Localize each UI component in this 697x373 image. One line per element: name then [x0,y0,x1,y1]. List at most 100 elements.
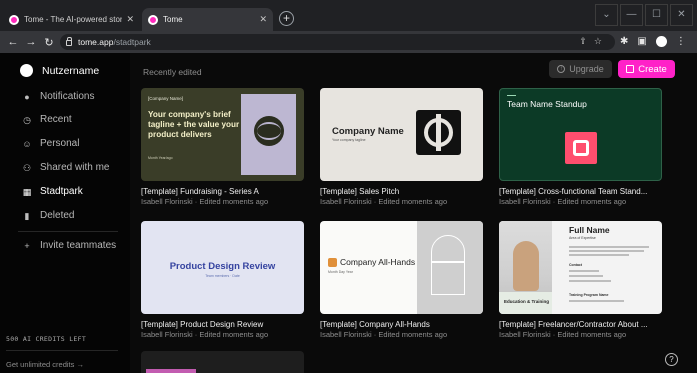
tome-card-freelancer[interactable]: Education & Training Full Name Area of E… [499,221,662,339]
card-thumbnail[interactable]: Product Design Review Team members · Dat… [141,221,304,314]
bell-icon: ● [24,91,30,102]
reload-icon[interactable]: ↻ [40,36,58,49]
text-line [569,300,624,302]
card-thumbnail[interactable]: [Company Name] Your company's brief tagl… [141,88,304,181]
tome-card-company-all-hands[interactable]: Company All-Hands Month Day Year [Templa… [320,221,483,339]
chevron-down-icon[interactable]: ⌄ [595,4,618,26]
card-title: [Template] Company All-Hands [320,320,430,329]
tome-card-partial[interactable] [141,351,304,373]
person-shape [513,241,539,291]
card-meta: Isabell Florinski · Edited moments ago [320,330,448,339]
sidebar-item-recent[interactable]: ◷ Recent [22,114,72,125]
sidebar-item-notifications[interactable]: ● Notifications [22,91,94,102]
sidebar-item-personal[interactable]: ☺ Personal [22,138,79,149]
help-icon[interactable]: ? [665,353,678,366]
standup-logo-icon [565,132,597,164]
card-thumbnail[interactable]: Team Name Standup [499,88,662,181]
tome-favicon-icon [9,14,19,25]
user-menu[interactable]: Nutzername [20,64,99,77]
menu-kebab-icon[interactable]: ⋮ [676,36,686,47]
card-thumbnail[interactable]: Company All-Hands Month Day Year [320,221,483,314]
thumb-text: Team members · Date [205,274,240,278]
thumb-text: Your company's brief tagline + the value… [148,110,240,139]
card-title: [Template] Freelancer/Contractor About .… [499,320,648,329]
card-title: [Template] Fundraising - Series A [141,187,259,196]
url-path: /stadtpark [113,37,151,47]
building-icon: ▦ [22,186,32,197]
text-line [569,270,599,272]
get-unlimited-credits-link[interactable]: Get unlimited credits → [6,360,84,369]
card-meta: Isabell Florinski · Edited moments ago [320,197,448,206]
upgrade-button[interactable]: ↑ Upgrade [549,60,612,78]
tome-card-product-design-review[interactable]: Product Design Review Team members · Dat… [141,221,304,339]
tome-app: Nutzername ● Notifications ◷ Recent ☺ Pe… [0,53,697,373]
divider [18,231,118,232]
card-meta: Isabell Florinski · Edited moments ago [499,330,627,339]
avatar [20,64,33,77]
close-window-button[interactable]: ✕ [670,4,693,26]
sidebar-item-label: Stadtpark [40,186,83,197]
maximize-button[interactable]: ☐ [645,4,668,26]
tome-card-team-standup[interactable]: Team Name Standup [Template] Cross-funct… [499,88,662,206]
user-name: Nutzername [42,64,100,77]
create-button[interactable]: Create [618,60,675,78]
extension-area: ✱ ▣ ⋮ [620,36,686,47]
thumb-text: Company All-Hands [340,257,416,267]
browser-tab-inactive[interactable]: Tome - The AI-powered storytelli ✕ [3,8,140,31]
invite-teammates-button[interactable]: + Invite teammates [22,240,116,251]
card-meta: Isabell Florinski · Edited moments ago [141,330,269,339]
sidebar-item-label: Deleted [40,210,75,221]
sidepanel-icon[interactable]: ▣ [637,36,646,47]
tab-title: Tome - The AI-powered storytelli [24,15,123,24]
thumb-text: Month Day Year [328,270,353,274]
tab-title: Tome [163,15,183,24]
sidebar-item-label: Notifications [40,91,95,102]
back-arrow-icon[interactable]: ← [4,36,22,48]
extensions-puzzle-icon[interactable]: ✱ [620,36,628,47]
close-icon[interactable]: ✕ [126,14,134,25]
text-line [569,246,649,248]
browser-tab-active[interactable]: Tome ✕ [142,8,273,31]
card-meta: Isabell Florinski · Edited moments ago [499,197,627,206]
arch-line [431,261,465,263]
tome-card-sales-pitch[interactable]: Company Name Your company tagline [Templ… [320,88,483,206]
profile-avatar[interactable] [655,36,667,47]
minimize-button[interactable]: — [620,4,643,26]
sidebar-item-shared[interactable]: ⚇ Shared with me [22,162,110,173]
company-logo-icon [416,110,461,155]
arrow-up-circle-icon: ↑ [557,65,566,73]
card-thumbnail[interactable]: Education & Training Full Name Area of E… [499,221,662,314]
sidebar: Nutzername ● Notifications ◷ Recent ☺ Pe… [0,53,130,373]
invite-label: Invite teammates [40,240,117,251]
thumb-text: Company All-Hands [328,257,415,267]
create-label: Create [638,63,667,75]
logo-inner [573,140,589,156]
card-thumbnail[interactable]: Company Name Your company tagline [320,88,483,181]
thumb-text: [Company Name] [148,96,184,101]
share-star-icons[interactable]: ⇪☆ [579,36,609,47]
forward-arrow-icon[interactable]: → [22,36,40,48]
edit-icon [626,65,635,73]
accent-line [507,95,516,96]
sidebar-item-deleted[interactable]: ▮ Deleted [22,210,75,221]
add-person-icon: + [24,240,30,251]
wave-logo-icon [254,116,284,146]
thumb-image-panel [417,221,483,314]
tome-card-fundraising[interactable]: [Company Name] Your company's brief tagl… [141,88,304,206]
thumb-text: Team Name Standup [507,99,587,109]
ai-credits-text: 500 AI CREDITS LEFT [6,335,87,343]
sidebar-item-stadtpark[interactable]: ▦ Stadtpark [22,186,83,197]
address-bar[interactable]: tome.app/stadtpark ⇪☆ [60,34,615,50]
thumb-text: Your company tagline [332,138,366,142]
lock-icon [66,37,72,46]
clock-icon: ◷ [23,114,31,125]
browser-toolbar: ← → ↻ tome.app/stadtpark ⇪☆ ✱ ▣ ⋮ [0,31,697,53]
close-icon[interactable]: ✕ [259,14,267,25]
emoji-icon [328,257,337,267]
thumb-text: Company Name [332,126,404,137]
browser-tab-bar: Tome - The AI-powered storytelli ✕ Tome … [0,0,697,31]
thumb-text: Training Program Name [569,293,609,297]
trash-icon: ▮ [24,210,30,221]
new-tab-button[interactable]: + [279,11,294,26]
text-line [569,250,644,252]
